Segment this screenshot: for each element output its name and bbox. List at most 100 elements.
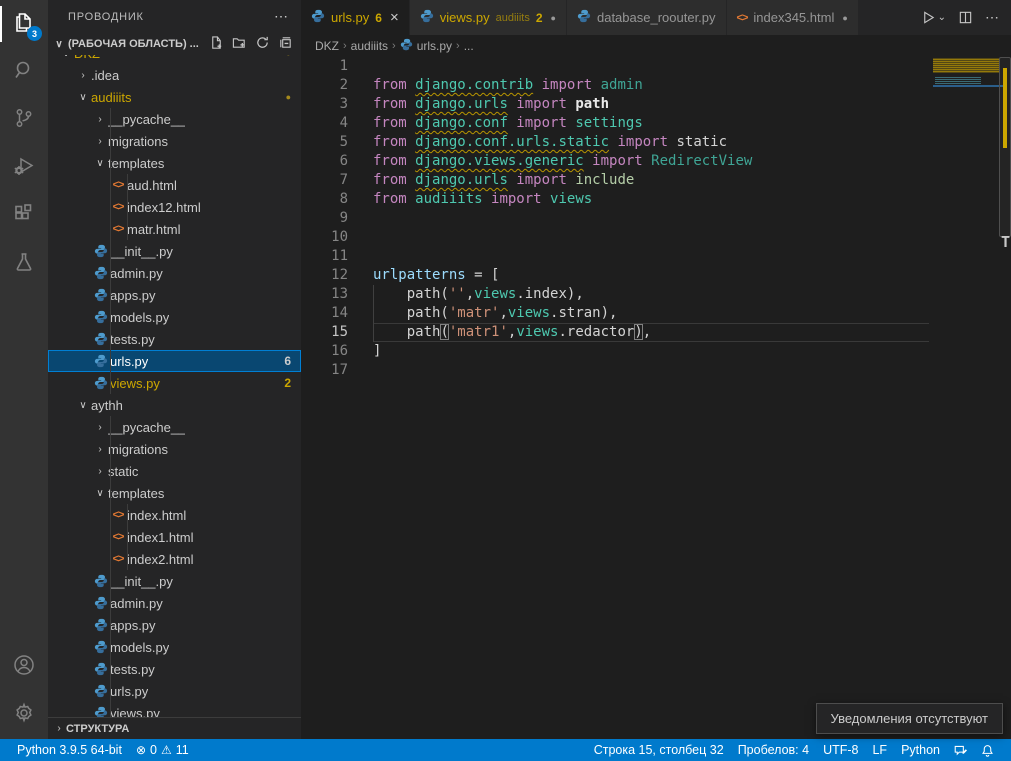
eol-status[interactable]: LF xyxy=(865,739,894,761)
beaker-icon xyxy=(12,250,36,279)
activitybar-testing[interactable] xyxy=(0,240,48,288)
code-line-1 xyxy=(373,57,929,76)
indent-guide xyxy=(110,174,111,196)
outline-section-header[interactable]: › СТРУКТУРА xyxy=(48,717,301,739)
tree-folder-.idea[interactable]: ›.idea xyxy=(48,64,301,86)
tab-label: index345.html xyxy=(753,10,834,25)
indent-guide xyxy=(110,504,111,526)
refresh-icon[interactable] xyxy=(255,35,270,53)
tree-file-urls.py[interactable]: urls.py6 xyxy=(48,350,301,372)
tree-folder-__pycache__[interactable]: ›__pycache__ xyxy=(48,108,301,130)
tree-folder-__pycache__[interactable]: ›__pycache__ xyxy=(48,416,301,438)
sidebar-more-actions-icon[interactable]: ⋯ xyxy=(274,8,289,25)
chevron-down-icon: ∨ xyxy=(58,55,74,59)
code-line-15: path('matr1',views.redactor), xyxy=(373,323,929,342)
activitybar-settings[interactable] xyxy=(0,691,48,739)
indent-guide xyxy=(127,504,128,526)
tree-file-__init__.py[interactable]: __init__.py xyxy=(48,570,301,592)
breadcrumb-item[interactable]: urls.py xyxy=(417,39,452,53)
encoding-status[interactable]: UTF-8 xyxy=(816,739,865,761)
tree-file-__init__.py[interactable]: __init__.py xyxy=(48,240,301,262)
tree-item-label: views.py xyxy=(110,376,160,391)
tree-folder-aythh[interactable]: ∨aythh xyxy=(48,394,301,416)
new-folder-icon[interactable] xyxy=(232,35,247,53)
tree-file-index.html[interactable]: <>index.html xyxy=(48,504,301,526)
tab-problems-count: 6 xyxy=(375,11,382,25)
code-line-5: from django.conf.urls.static import stat… xyxy=(373,133,929,152)
close-icon[interactable]: × xyxy=(390,9,399,26)
activitybar-run-debug[interactable] xyxy=(0,144,48,192)
indent-guide xyxy=(110,108,111,130)
tree-file-index1.html[interactable]: <>index1.html xyxy=(48,526,301,548)
search-icon xyxy=(12,58,36,87)
feedback-icon[interactable] xyxy=(947,739,974,761)
tree-folder-DKZ[interactable]: ∨DKZ● xyxy=(48,55,301,64)
collapse-all-icon[interactable] xyxy=(278,35,293,53)
tab-database_roouter.py[interactable]: database_roouter.py xyxy=(567,0,727,35)
dirty-dot-icon[interactable]: ● xyxy=(551,13,556,23)
activitybar-search[interactable] xyxy=(0,48,48,96)
language-mode-status[interactable]: Python xyxy=(894,739,947,761)
tree-file-urls.py[interactable]: urls.py xyxy=(48,680,301,702)
minimap[interactable] xyxy=(933,57,999,739)
tree-file-views.py[interactable]: views.py xyxy=(48,702,301,717)
tree-file-admin.py[interactable]: admin.py xyxy=(48,592,301,614)
chevron-down-icon: ∨ xyxy=(92,158,108,169)
python-interpreter-status[interactable]: Python 3.9.5 64-bit xyxy=(10,739,129,761)
activitybar-source-control[interactable] xyxy=(0,96,48,144)
dirty-dot-icon[interactable]: ● xyxy=(842,13,847,23)
tab-urls.py[interactable]: urls.py6× xyxy=(301,0,410,35)
tree-file-tests.py[interactable]: tests.py xyxy=(48,658,301,680)
tree-file-aud.html[interactable]: <>aud.html xyxy=(48,174,301,196)
tree-file-index12.html[interactable]: <>index12.html xyxy=(48,196,301,218)
tree-folder-static[interactable]: ›static xyxy=(48,460,301,482)
tree-item-label: tests.py xyxy=(110,332,155,347)
problems-status[interactable]: ⊗ 0 ⚠ 11 xyxy=(129,739,196,761)
tree-file-apps.py[interactable]: apps.py xyxy=(48,614,301,636)
tree-file-views.py[interactable]: views.py2 xyxy=(48,372,301,394)
indentation-status[interactable]: Пробелов: 4 xyxy=(731,739,816,761)
breadcrumb[interactable]: DKZ›audiiits›urls.py›... xyxy=(301,35,1011,57)
tree-folder-migrations[interactable]: ›migrations xyxy=(48,130,301,152)
tree-folder-templates[interactable]: ∨templates xyxy=(48,152,301,174)
chevron-right-icon: › xyxy=(75,70,91,81)
code-line-14: path('matr',views.stran), xyxy=(373,304,929,323)
code-lines: from django.contrib import adminfrom dja… xyxy=(373,57,929,380)
workspace-section-header[interactable]: ∨ (РАБОЧАЯ ОБЛАСТЬ) ... xyxy=(48,33,301,55)
tab-bar: urls.py6×views.pyaudiiits2●database_roou… xyxy=(301,0,1011,35)
split-editor-icon[interactable] xyxy=(958,10,973,25)
line-number: 2 xyxy=(301,76,348,95)
tree-file-models.py[interactable]: models.py xyxy=(48,306,301,328)
status-bar: Python 3.9.5 64-bit ⊗ 0 ⚠ 11 Строка 15, … xyxy=(0,739,1011,761)
tree-folder-audiiits[interactable]: ∨audiiits● xyxy=(48,86,301,108)
tab-index345.html[interactable]: <>index345.html● xyxy=(727,0,859,35)
tree-item-label: views.py xyxy=(110,706,160,718)
tree-file-admin.py[interactable]: admin.py xyxy=(48,262,301,284)
breadcrumb-item[interactable]: audiiits xyxy=(351,39,388,53)
tab-views.py[interactable]: views.pyaudiiits2● xyxy=(410,0,567,35)
activitybar-extensions[interactable] xyxy=(0,192,48,240)
indent-guide xyxy=(110,152,111,174)
breadcrumb-item[interactable]: DKZ xyxy=(315,39,339,53)
run-icon[interactable]: ⌄ xyxy=(921,10,946,25)
new-file-icon[interactable] xyxy=(209,35,224,53)
cursor-position-status[interactable]: Строка 15, столбец 32 xyxy=(587,739,731,761)
tree-file-index2.html[interactable]: <>index2.html xyxy=(48,548,301,570)
activitybar-account[interactable] xyxy=(0,643,48,691)
line-number: 10 xyxy=(301,228,348,247)
chevron-right-icon: › xyxy=(92,466,108,477)
breadcrumb-item[interactable]: ... xyxy=(464,39,474,53)
notifications-bell-icon[interactable] xyxy=(974,739,1001,761)
tree-file-tests.py[interactable]: tests.py xyxy=(48,328,301,350)
tree-file-models.py[interactable]: models.py xyxy=(48,636,301,658)
more-actions-icon[interactable]: ⋯ xyxy=(985,9,999,26)
tree-file-apps.py[interactable]: apps.py xyxy=(48,284,301,306)
code-editor[interactable]: 1234567891011121314151617 from django.co… xyxy=(301,57,1011,739)
tree-folder-templates[interactable]: ∨templates xyxy=(48,482,301,504)
tree-item-label: models.py xyxy=(110,640,169,655)
chevron-down-icon[interactable]: ⌄ xyxy=(938,12,946,23)
tree-folder-migrations[interactable]: ›migrations xyxy=(48,438,301,460)
activitybar-explorer[interactable]: 3 xyxy=(0,0,48,48)
html-file-icon: <> xyxy=(109,201,127,213)
tree-file-matr.html[interactable]: <>matr.html xyxy=(48,218,301,240)
